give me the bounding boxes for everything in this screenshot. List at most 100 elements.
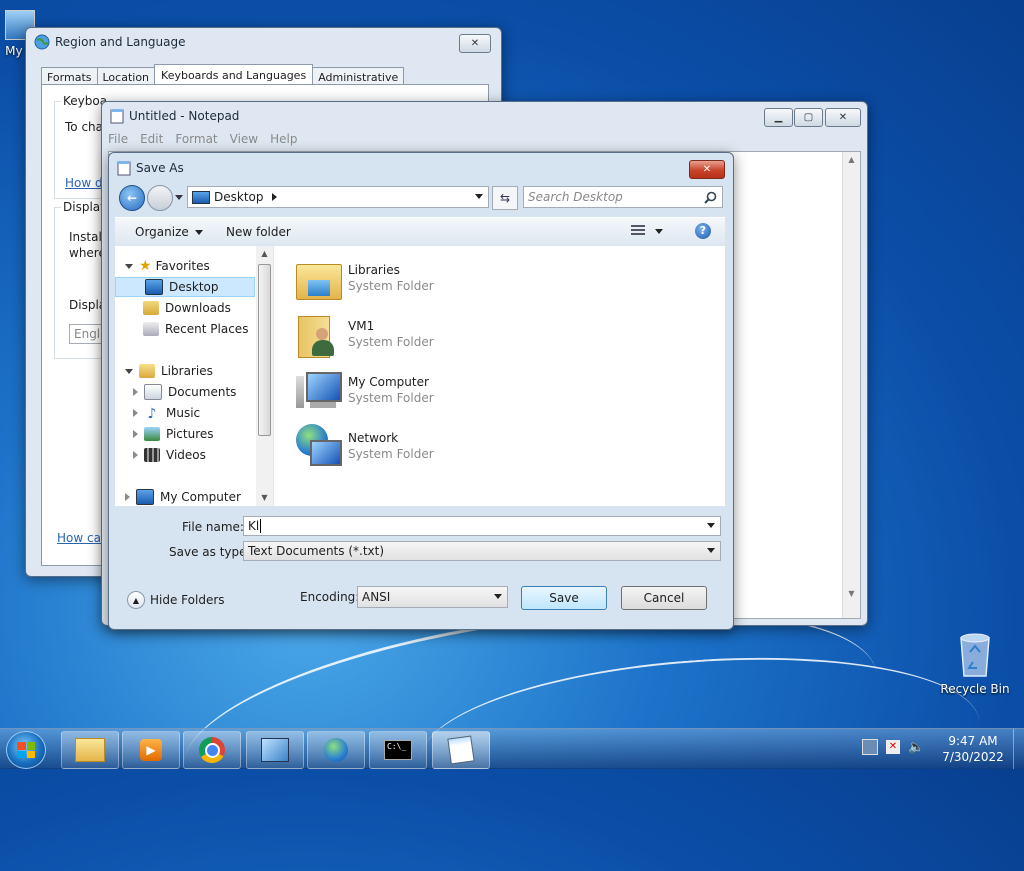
close-button[interactable]: ✕ — [825, 108, 861, 127]
network-tray-icon[interactable] — [862, 739, 878, 755]
install-text-1: Install — [69, 230, 106, 244]
scroll-thumb[interactable] — [258, 264, 271, 436]
cancel-button[interactable]: Cancel — [621, 586, 707, 610]
menu-view[interactable]: View — [230, 132, 258, 146]
taskbar: ▶ C:\_ ✕ 🔈 9:47 AM 7/30/2022 — [0, 728, 1024, 769]
notepad-icon — [110, 109, 124, 124]
taskbar-region-language[interactable] — [307, 731, 365, 769]
expand-icon — [125, 368, 133, 374]
encoding-select[interactable]: ANSI — [357, 586, 508, 608]
nav-videos[interactable]: Videos — [125, 445, 206, 465]
terminal-icon: C:\_ — [384, 740, 412, 760]
chevron-down-icon — [655, 228, 663, 234]
file-type: System Folder — [348, 335, 434, 349]
command-toolbar: Organize New folder ? — [115, 217, 725, 246]
folder-icon — [75, 738, 105, 762]
file-name-value: Kl — [248, 519, 260, 533]
forward-button[interactable] — [147, 185, 173, 211]
maximize-button[interactable]: ▢ — [794, 108, 823, 127]
nav-downloads[interactable]: Downloads — [125, 298, 231, 318]
nav-favorites-label: Favorites — [155, 259, 210, 273]
help-icon[interactable]: ? — [695, 223, 711, 239]
scroll-down-icon[interactable]: ▼ — [256, 490, 273, 506]
nav-my-computer[interactable]: My Computer — [125, 487, 241, 507]
file-name-input[interactable]: Kl — [243, 516, 721, 536]
start-button[interactable] — [6, 731, 46, 769]
expand-icon — [133, 430, 138, 438]
user-folder-icon — [294, 310, 342, 358]
star-icon: ★ — [139, 258, 152, 274]
nav-libraries[interactable]: Libraries — [125, 361, 213, 381]
search-input[interactable]: Search Desktop — [523, 186, 723, 208]
search-icon — [704, 191, 717, 204]
nav-scrollbar[interactable]: ▲ ▼ — [256, 246, 273, 506]
expand-icon — [125, 493, 130, 501]
new-folder-button[interactable]: New folder — [226, 225, 291, 239]
file-item-vm1[interactable]: VM1 System Folder — [294, 308, 434, 360]
documents-icon — [144, 384, 162, 400]
change-view-button[interactable] — [631, 225, 663, 237]
expand-icon — [133, 388, 138, 396]
chevron-down-icon — [707, 548, 715, 553]
scroll-down-icon[interactable]: ▼ — [843, 589, 860, 598]
desktop-icon — [192, 190, 210, 204]
nav-documents[interactable]: Documents — [125, 382, 236, 402]
clock[interactable]: 9:47 AM 7/30/2022 — [930, 733, 1016, 765]
show-desktop-button[interactable] — [1013, 729, 1024, 769]
desktop-icon-recycle-bin[interactable]: Recycle Bin — [940, 630, 1010, 696]
organize-menu[interactable]: Organize — [135, 225, 203, 239]
volume-icon[interactable]: 🔈 — [908, 740, 924, 755]
scroll-up-icon[interactable]: ▲ — [256, 246, 273, 262]
clock-date: 7/30/2022 — [942, 750, 1004, 764]
address-bar[interactable]: Desktop — [187, 186, 489, 208]
file-item-network[interactable]: Network System Folder — [294, 420, 434, 472]
scroll-up-icon[interactable]: ▲ — [843, 152, 860, 168]
close-button[interactable]: ✕ — [459, 34, 491, 53]
nav-tree: ★ Favorites Desktop Downloads Recent Pla… — [115, 256, 255, 507]
notepad-menubar: File Edit Format View Help — [108, 132, 297, 146]
nav-desktop[interactable]: Desktop — [115, 277, 255, 297]
hide-folders-label: Hide Folders — [150, 593, 225, 607]
nav-my-computer-label: My Computer — [160, 490, 241, 504]
expand-icon — [133, 451, 138, 459]
how-do-i-link[interactable]: How d — [65, 176, 103, 190]
collapse-icon: ▲ — [127, 591, 145, 609]
globe-icon — [34, 34, 50, 50]
chevron-down-icon — [194, 229, 203, 235]
file-item-my-computer[interactable]: My Computer System Folder — [294, 364, 434, 416]
taskbar-media-player[interactable]: ▶ — [122, 731, 180, 769]
address-text: Desktop — [214, 190, 264, 204]
taskbar-control-panel[interactable] — [246, 731, 304, 769]
taskbar-explorer[interactable] — [61, 731, 119, 769]
nav-pictures[interactable]: Pictures — [125, 424, 214, 444]
minimize-button[interactable]: ▁ — [764, 108, 793, 127]
hide-folders-button[interactable]: ▲ Hide Folders — [127, 591, 225, 609]
vertical-scrollbar[interactable]: ▲ ▼ — [842, 152, 860, 618]
file-item-libraries[interactable]: Libraries System Folder — [294, 252, 434, 304]
nav-desktop-label: Desktop — [169, 280, 219, 294]
nav-favorites[interactable]: ★ Favorites — [125, 256, 210, 276]
taskbar-chrome[interactable] — [183, 731, 241, 769]
address-dropdown-icon[interactable] — [475, 194, 483, 199]
taskbar-notepad[interactable] — [432, 731, 490, 769]
close-button[interactable]: ✕ — [689, 160, 725, 179]
menu-help[interactable]: Help — [270, 132, 297, 146]
nav-recent-places[interactable]: Recent Places — [125, 319, 248, 339]
refresh-button[interactable]: ⇆ — [492, 186, 518, 210]
network-icon — [294, 422, 342, 470]
back-button[interactable]: ← — [119, 185, 145, 211]
notepad-titlebar: Untitled - Notepad ▁ ▢ ✕ — [102, 102, 867, 130]
recent-pages-dropdown-icon[interactable] — [175, 195, 183, 200]
action-center-icon[interactable]: ✕ — [886, 740, 900, 754]
menu-edit[interactable]: Edit — [140, 132, 163, 146]
breadcrumb-chevron-icon — [271, 193, 277, 201]
nav-music[interactable]: ♪ Music — [125, 403, 200, 423]
menu-file[interactable]: File — [108, 132, 128, 146]
save-type-select[interactable]: Text Documents (*.txt) — [243, 541, 721, 561]
menu-format[interactable]: Format — [175, 132, 217, 146]
save-as-dialog: Save As ✕ ← Desktop ⇆ Search Desktop Org… — [108, 152, 734, 630]
save-button[interactable]: Save — [521, 586, 607, 610]
taskbar-command-prompt[interactable]: C:\_ — [369, 731, 427, 769]
system-tray: ✕ 🔈 — [862, 739, 924, 755]
chevron-down-icon[interactable] — [707, 523, 715, 528]
